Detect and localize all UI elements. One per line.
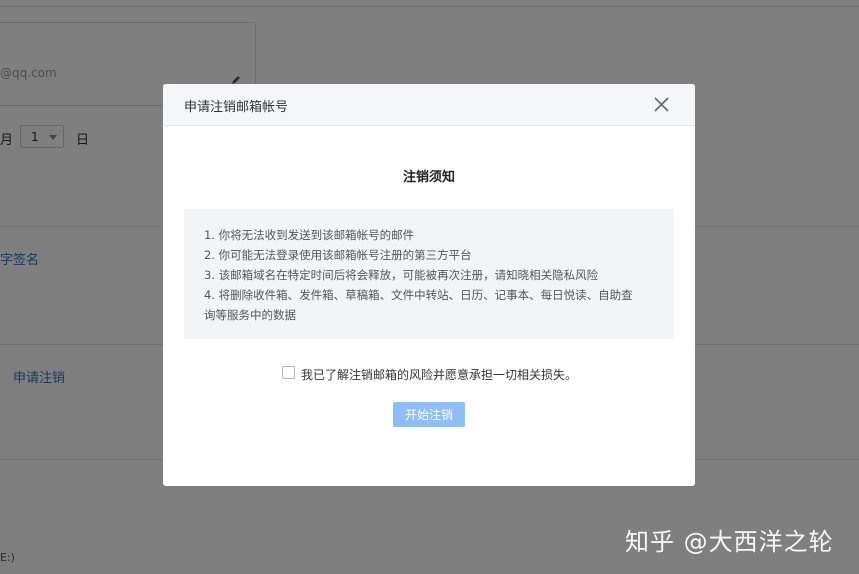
notice-heading: 注销须知 — [402, 170, 455, 185]
close-icon[interactable] — [653, 96, 670, 113]
agree-checkbox[interactable] — [282, 366, 295, 379]
notice-line: 2. 你可能无法登录使用该邮箱帐号注册的第三方平台 — [204, 248, 472, 262]
notice-line: 3. 该邮箱域名在特定时间后将会释放，可能被再次注册，请知晓相关隐私风险 — [204, 268, 599, 282]
dialog-header: 申请注销邮箱帐号 — [163, 84, 695, 126]
notice-box: 1. 你将无法收到发送到该邮箱帐号的邮件 2. 你可能无法登录使用该邮箱帐号注册… — [184, 209, 674, 339]
dialog-title: 申请注销邮箱帐号 — [184, 100, 289, 115]
deregister-dialog: 申请注销邮箱帐号 注销须知 1. 你将无法收到发送到该邮箱帐号的邮件 2. 你可… — [163, 84, 695, 486]
notice-line: 询等服务中的数据 — [204, 308, 296, 322]
notice-line: 4. 将删除收件箱、发件箱、草稿箱、文件中转站、日历、记事本、每日悦读、自助查 — [204, 288, 633, 302]
watermark: 知乎 @大西洋之轮 — [625, 528, 834, 556]
notice-line: 1. 你将无法收到发送到该邮箱帐号的邮件 — [204, 228, 415, 242]
start-deregister-button[interactable]: 开始注销 — [393, 402, 465, 427]
agree-label[interactable]: 我已了解注销邮箱的风险并愿意承担一切相关损失。 — [301, 366, 577, 383]
